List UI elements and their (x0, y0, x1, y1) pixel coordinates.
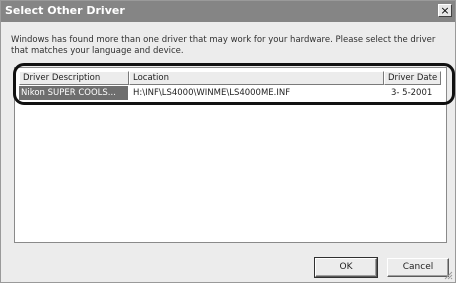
instruction-message: Windows has found more than one driver t… (11, 35, 436, 56)
close-button[interactable]: × (438, 4, 452, 17)
ok-button[interactable]: OK (314, 257, 378, 278)
cancel-button[interactable]: Cancel (387, 258, 449, 277)
column-header-location[interactable]: Location (129, 71, 384, 85)
column-header-driver-date[interactable]: Driver Date (384, 71, 441, 85)
window-title: Select Other Driver (5, 4, 125, 17)
close-icon: × (440, 4, 450, 17)
driver-location-cell: H:\INF\LS4000\WINME\LS4000ME.INF (133, 88, 291, 98)
driver-description-cell: Nikon SUPER COOLS... (19, 86, 128, 100)
column-header-driver-description[interactable]: Driver Description (19, 71, 129, 85)
title-bar[interactable]: Select Other Driver × (1, 1, 455, 22)
resize-grip-icon[interactable] (443, 270, 453, 280)
driver-list[interactable]: Driver Description Location Driver Date … (14, 67, 447, 243)
select-other-driver-dialog: Select Other Driver × Windows has found … (0, 0, 456, 283)
driver-date-cell: 3- 5-2001 (391, 88, 433, 98)
driver-row[interactable]: Nikon SUPER COOLS... H:\INF\LS4000\WINME… (19, 86, 441, 100)
